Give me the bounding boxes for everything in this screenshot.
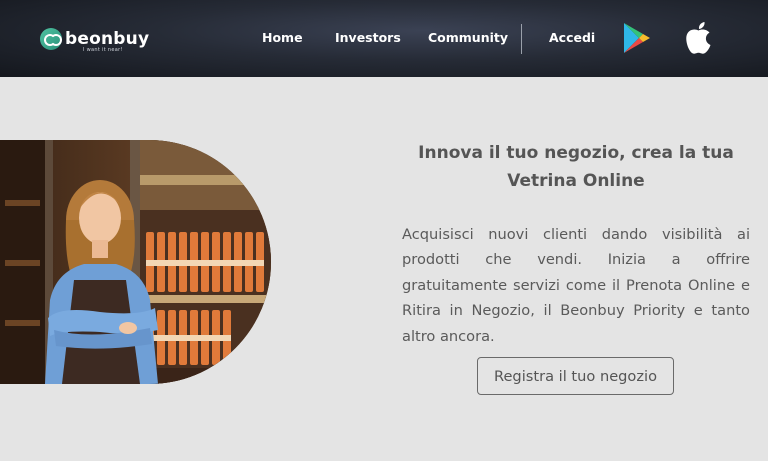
logo-text: beonbuy I want it near! xyxy=(65,29,150,53)
nav-login-link[interactable]: Accedi xyxy=(549,30,595,45)
shop-owner-photo xyxy=(0,140,271,384)
google-play-icon[interactable] xyxy=(622,22,652,54)
nav-divider xyxy=(521,24,522,54)
register-shop-button[interactable]: Registra il tuo negozio xyxy=(477,357,674,395)
beonbuy-logo-mark-icon xyxy=(40,28,62,50)
hero-title: Innova il tuo negozio, crea la tua Vetri… xyxy=(418,143,734,192)
apple-icon[interactable] xyxy=(684,21,713,55)
nav-investors-link[interactable]: Investors xyxy=(335,30,401,45)
hero-description: Acquisisci nuovi clienti dando visibilit… xyxy=(402,225,750,345)
beonbuy-logo[interactable]: beonbuy I want it near! xyxy=(40,26,150,53)
nav-home-link[interactable]: Home xyxy=(262,30,303,45)
brand-name: beonbuy xyxy=(65,29,150,49)
top-navbar: beonbuy I want it near! Home Investors C… xyxy=(0,0,768,77)
brand-tagline: I want it near! xyxy=(83,47,123,53)
nav-community-link[interactable]: Community xyxy=(428,30,508,45)
